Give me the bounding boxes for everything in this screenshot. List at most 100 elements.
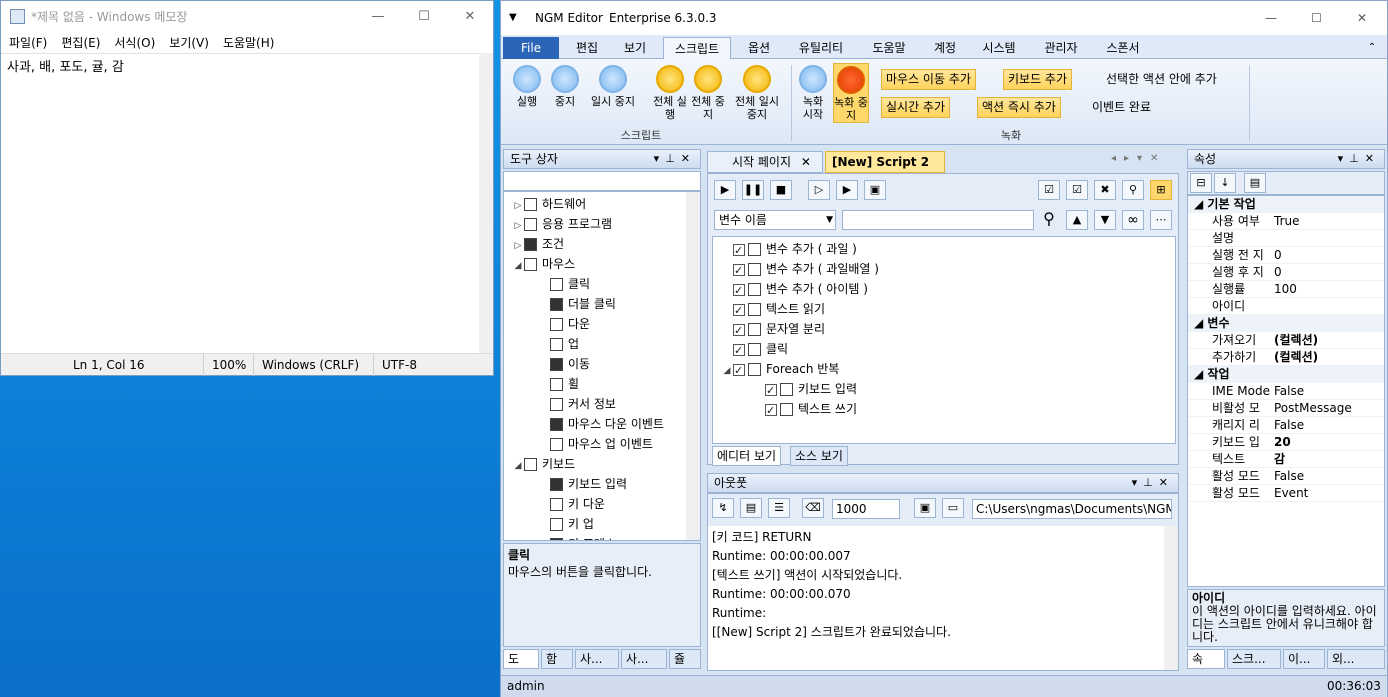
property-value[interactable]: 20 [1274,434,1291,451]
action-checkbox[interactable] [733,241,745,261]
clear-icon[interactable]: ✖ [1094,180,1116,200]
copy-log-icon[interactable]: ▤ [740,498,762,518]
run-from-button[interactable]: ▶ [836,180,858,200]
property-row[interactable]: 캐리지 리 False [1188,417,1384,434]
collapse-ribbon-icon[interactable]: ⌃ [1365,37,1379,59]
tab-options[interactable]: 옵션 [739,37,779,59]
property-value[interactable]: 감 [1274,451,1285,468]
toolbox-item[interactable]: 키보드 입력 [504,474,700,494]
property-row[interactable]: IME Mode False [1188,383,1384,400]
property-row[interactable]: 텍스트 감 [1188,451,1384,468]
move-up-icon[interactable]: ▲ [1066,210,1088,230]
action-item[interactable]: 텍스트 쓰기 [713,399,1175,421]
notepad-scrollbar[interactable] [479,53,493,353]
save-icon[interactable]: ▣ [914,498,936,518]
toolbox-item[interactable]: 키 프레스 [504,534,700,540]
search-icon[interactable]: ⚲ [1122,180,1144,200]
action-item[interactable]: 변수 추가 ( 과일 ) [713,239,1175,261]
toolbox-item[interactable]: ▷ 조건 [504,234,700,254]
maximize-button[interactable]: ☐ [401,1,447,33]
tab-admin[interactable]: 관리자 [1037,37,1085,59]
add-action-now-button[interactable]: 액션 즉시 추가 [977,97,1061,118]
property-value[interactable]: (컬렉션) [1274,332,1318,349]
run-button[interactable]: 실행 [509,65,545,108]
action-checkbox[interactable] [733,261,745,281]
maximize-button[interactable]: ☐ [1311,1,1322,35]
add-mouse-move-button[interactable]: 마우스 이동 추가 [881,69,976,90]
tab-scripts[interactable]: 스크... [1227,649,1281,669]
toolbox-item[interactable]: ▷ 응용 프로그램 [504,214,700,234]
check-all-icon[interactable]: ☑ [1038,180,1060,200]
property-row[interactable]: 비활성 모 PostMessage [1188,400,1384,417]
tab-external[interactable]: 외... [1327,649,1385,669]
toolbox-item[interactable]: 이동 [504,354,700,374]
property-row[interactable]: 실행률 100 [1188,281,1384,298]
tab-script[interactable]: 스크립트 [663,37,731,59]
action-item[interactable]: 텍스트 읽기 [713,299,1175,321]
add-keyboard-button[interactable]: 키보드 추가 [1003,69,1073,90]
property-row[interactable]: 추가하기 (컬렉션) [1188,349,1384,366]
editor-stop-button[interactable]: ■ [770,180,792,200]
tab-system[interactable]: 시스템 [975,37,1023,59]
tab-script-2[interactable]: [New] Script 2 ✕ [825,151,945,189]
categorized-icon[interactable]: ⊟ [1190,173,1212,193]
tab-edit[interactable]: 편집 [567,37,607,59]
toolbox-scrollbar[interactable] [686,192,700,540]
move-down-icon[interactable]: ▼ [1094,210,1116,230]
property-row[interactable]: 활성 모드 False [1188,468,1384,485]
stop-all-button[interactable]: 전체 중지 [689,65,727,121]
step-button[interactable]: ▷ [808,180,830,200]
toolbox-item[interactable]: 클릭 [504,274,700,294]
property-value[interactable]: PostMessage [1274,400,1352,417]
tab-properties[interactable]: 속 [1187,649,1225,669]
toolbox-search-input[interactable] [503,171,701,191]
property-value[interactable]: 0 [1274,247,1282,264]
check-icon[interactable]: ☑ [1066,180,1088,200]
user-functions-tab[interactable]: 사... [621,649,667,669]
menu-format[interactable]: 서식(O) [106,33,161,53]
property-row[interactable]: 사용 여부 True [1188,213,1384,230]
action-checkbox[interactable] [733,361,745,381]
tab-file[interactable]: File [503,37,559,59]
toolbox-item[interactable]: 마우스 다운 이벤트 [504,414,700,434]
editor-pause-button[interactable]: ❚❚ [742,180,764,200]
expander-icon[interactable]: ◢ [512,256,524,276]
property-row[interactable]: 활성 모드 Event [1188,485,1384,502]
tab-view[interactable]: 보기 [615,37,655,59]
toolbox-item[interactable]: ◢ 키보드 [504,454,700,474]
toolbox-item[interactable]: 키 다운 [504,494,700,514]
toolbox-item[interactable]: 다운 [504,314,700,334]
toolbox-item[interactable]: ▷ 하드웨어 [504,194,700,214]
event-complete-button[interactable]: 이벤트 완료 [1087,97,1156,118]
panel-controls[interactable]: ▾⊥✕ [1338,150,1380,168]
notepad-text-area[interactable]: 사과, 배, 포도, 귤, 감 [1,53,493,353]
loop-icon[interactable]: ∞ [1122,210,1144,230]
toolbox-item[interactable]: 업 [504,334,700,354]
property-value[interactable]: 100 [1274,281,1297,298]
tab-account[interactable]: 계정 [927,37,963,59]
property-value[interactable]: True [1274,213,1300,230]
tab-editor-view[interactable]: 에디터 보기 [712,446,782,466]
property-row[interactable]: 설명 [1188,230,1384,247]
property-row[interactable]: 실행 후 지 0 [1188,264,1384,281]
property-value[interactable]: Event [1274,485,1308,502]
toolbox-item[interactable]: 휠 [504,374,700,394]
action-checkbox[interactable] [733,281,745,301]
property-category[interactable]: ◢ 기본 작업 [1188,196,1384,213]
panel-controls[interactable]: ▾⊥✕ [1132,474,1174,492]
folder-icon[interactable]: ▭ [942,498,964,518]
close-button[interactable]: ✕ [447,1,493,33]
property-category[interactable]: ◢ 작업 [1188,366,1384,383]
property-category[interactable]: ◢ 변수 [1188,315,1384,332]
close-tab-icon[interactable]: ✕ [795,155,811,169]
property-value[interactable]: False [1274,417,1304,434]
app-menu-icon[interactable]: ▼ [509,1,517,35]
log-limit-input[interactable]: 1000 [832,499,900,519]
expander-icon[interactable]: ▷ [512,216,524,236]
expander-icon[interactable]: ▷ [512,236,524,256]
run-all-button[interactable]: 전체 실행 [651,65,689,121]
property-value[interactable]: (컬렉션) [1274,349,1318,366]
editor-run-button[interactable]: ▶ [714,180,736,200]
variable-select[interactable]: 변수 이름 ▼ [714,210,836,230]
action-checkbox[interactable] [733,301,745,321]
